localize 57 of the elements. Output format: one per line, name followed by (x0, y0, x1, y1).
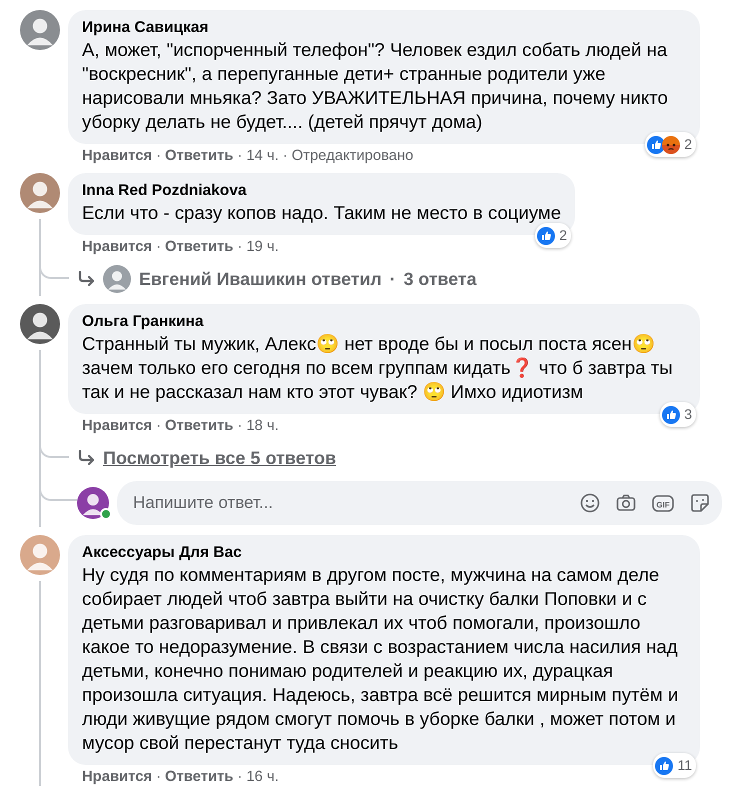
reply-link[interactable]: Ответить (165, 238, 234, 256)
avatar[interactable] (20, 173, 60, 213)
reply-link[interactable]: Ответить (165, 147, 234, 165)
emoji-icon[interactable] (580, 493, 600, 513)
like-icon (662, 406, 680, 424)
like-icon (537, 226, 556, 244)
avatar[interactable] (20, 304, 60, 344)
comment-text: Если что - сразу копов надо. Таким не место в социуме (82, 201, 562, 225)
like-link[interactable]: Нравится (82, 238, 152, 256)
author-name[interactable]: Аксессуары Для Вас (82, 543, 686, 563)
reply-link[interactable]: Ответить (165, 768, 234, 786)
separator: · (237, 147, 242, 165)
author-name[interactable]: Ольга Гранкина (82, 312, 686, 332)
camera-icon[interactable] (616, 493, 636, 513)
reaction-badge[interactable]: 2 (645, 132, 696, 157)
timestamp[interactable]: 19 ч. (246, 238, 279, 256)
separator: · (156, 417, 161, 435)
author-name[interactable]: Inna Red Pozdniakova (82, 181, 562, 201)
separator: · (156, 147, 161, 165)
angry-face-icon (662, 136, 680, 154)
edited-label: Отредактировано (292, 147, 414, 165)
separator: · (282, 147, 288, 165)
timestamp[interactable]: 18 ч. (246, 417, 279, 435)
replies-summary[interactable]: Евгений Ивашикин ответил (139, 266, 382, 292)
like-link[interactable]: Нравится (82, 768, 152, 786)
separator: · (156, 238, 161, 256)
comment-text: Странный ты мужик, Алекс🙄 нет вроде бы и посыл поста ясен🙄 зачем только его сегодня по всем группам кидать❓ что б завтра ты так и не рассказал нам кто этот чувак? 🙄 Имхо идиотизм (82, 332, 674, 404)
reaction-badge[interactable]: 2 (535, 223, 572, 248)
sticker-icon[interactable] (690, 493, 710, 513)
avatar[interactable] (77, 487, 109, 519)
view-replies-link[interactable]: Посмотреть все 5 ответов (103, 444, 336, 472)
separator: · (237, 768, 242, 786)
timestamp[interactable]: 16 ч. (246, 768, 279, 786)
author-name[interactable]: Ирина Савицкая (82, 18, 686, 38)
reaction-count: 2 (684, 135, 692, 154)
separator: · (390, 268, 396, 291)
like-link[interactable]: Нравится (82, 417, 152, 435)
reply-arrow-icon (77, 270, 95, 288)
reaction-badge[interactable]: 3 (660, 402, 696, 427)
reaction-count: 2 (559, 226, 568, 245)
separator: · (237, 238, 242, 256)
reply-arrow-icon (77, 449, 95, 467)
avatar[interactable] (20, 10, 60, 50)
separator: · (156, 768, 161, 786)
like-icon (655, 756, 674, 774)
reply-input[interactable]: Напишите ответ... GIF (117, 481, 722, 525)
comment-text: А, может, "испорченный телефон"? Человек ездил собать людей на "воскресник", а перепуганные дети+ странные родители уже нарисовали мньяка? Зато УВАЖИТЕЛЬНАЯ причина, почему никто уборку делать не будет.... (детей прячут дома) (82, 38, 669, 134)
comment-text: Ну судя по комментариям в другом посте, мужчина на самом деле собирает людей чтоб завтра выйти на очистку балки Поповки и с детьми разговаривал и привлекал их чтоб помогали, произошло какое то недоразумение. В связи с возрастанием числа насилия над детьми, конечно понимаю родителей и реакцию их, дурацкая произошла ситуация. Надеюсь, завтра всё решится мирным путём и люди живущие рядом смогут помочь в уборке балки , может потом и мусор свой перестанут туда сносить (82, 563, 680, 755)
like-link[interactable]: Нравится (82, 147, 152, 165)
reaction-badge[interactable]: 11 (653, 753, 696, 778)
separator: · (237, 417, 242, 435)
gif-icon[interactable]: GIF (652, 493, 674, 513)
timestamp[interactable]: 14 ч. (246, 147, 279, 165)
reaction-count: 11 (677, 756, 692, 775)
reply-count[interactable]: 3 ответа (404, 266, 476, 292)
reaction-count: 3 (684, 405, 692, 424)
reply-link[interactable]: Ответить (165, 417, 234, 435)
